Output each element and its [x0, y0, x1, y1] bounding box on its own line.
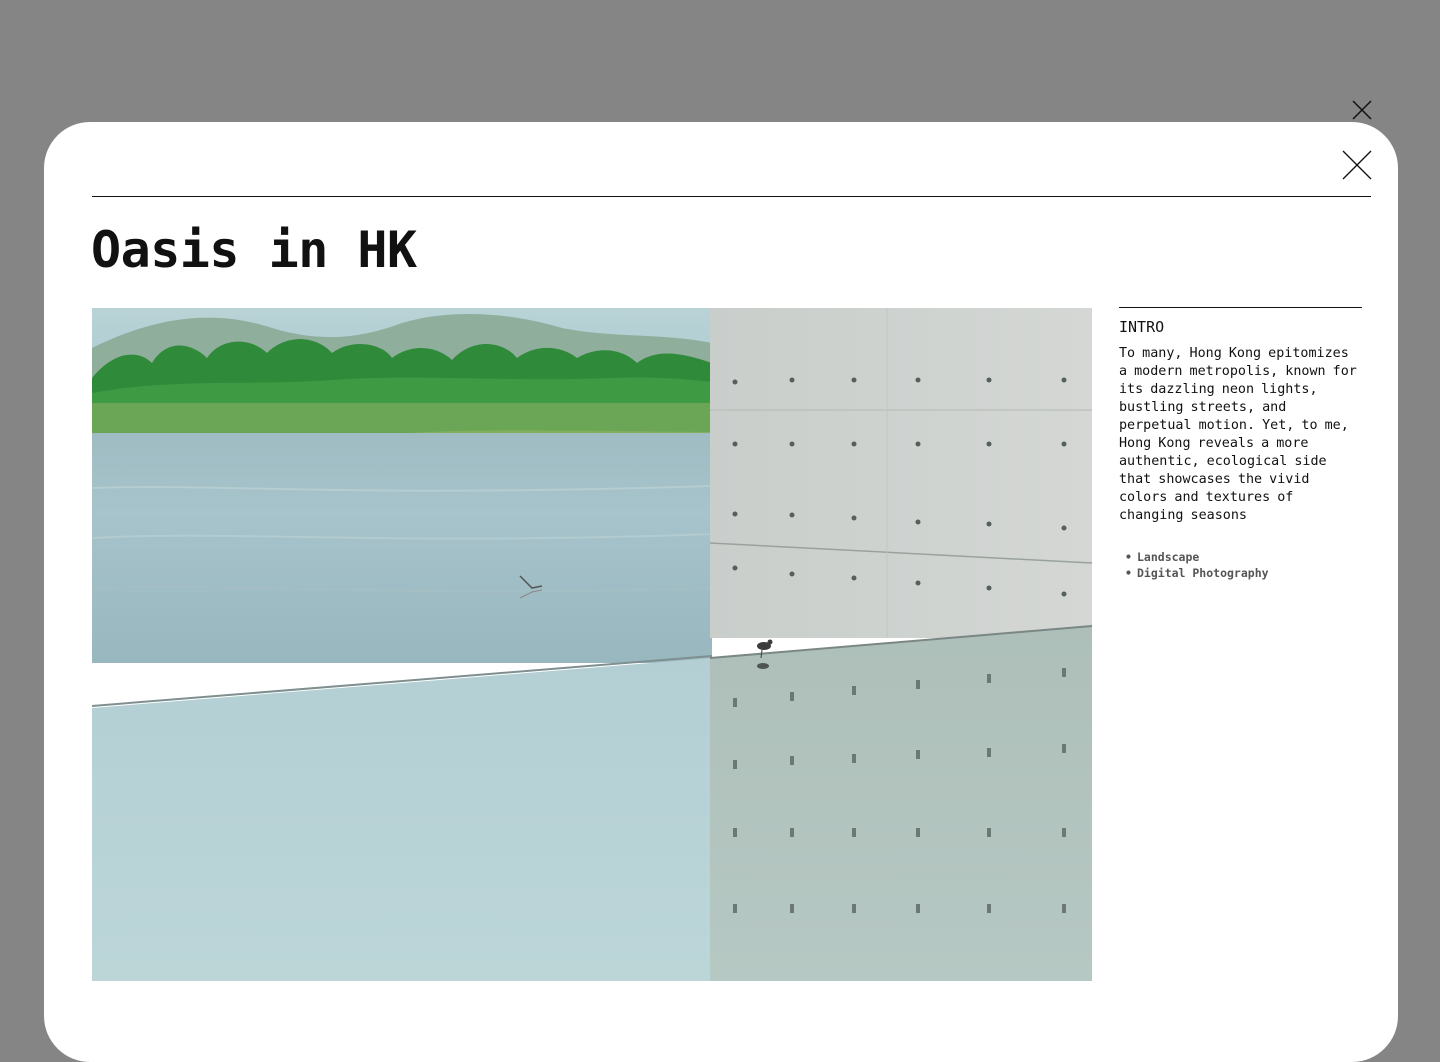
modal-close-icon[interactable] [1340, 148, 1374, 182]
intro-heading: INTRO [1119, 318, 1165, 336]
tag-item: • Landscape [1125, 549, 1362, 565]
project-modal: Oasis in HK INTRO To many, Hong Kong epi… [44, 122, 1398, 1062]
bullet-icon: • [1125, 566, 1132, 580]
project-sidebar: INTRO To many, Hong Kong epitomizes a mo… [1119, 307, 1362, 581]
tag-label: Landscape [1137, 550, 1200, 564]
tag-list: • Landscape • Digital Photography [1119, 549, 1362, 581]
bullet-icon: • [1125, 550, 1132, 564]
overlay-close-icon[interactable] [1351, 99, 1373, 121]
tag-label: Digital Photography [1137, 566, 1269, 580]
project-title: Oasis in HK [91, 221, 417, 279]
sidebar-divider [1119, 307, 1362, 308]
header-divider [92, 196, 1371, 197]
project-photo [92, 308, 1092, 981]
tag-item: • Digital Photography [1125, 565, 1362, 581]
intro-description: To many, Hong Kong epitomizes a modern m… [1119, 346, 1357, 523]
